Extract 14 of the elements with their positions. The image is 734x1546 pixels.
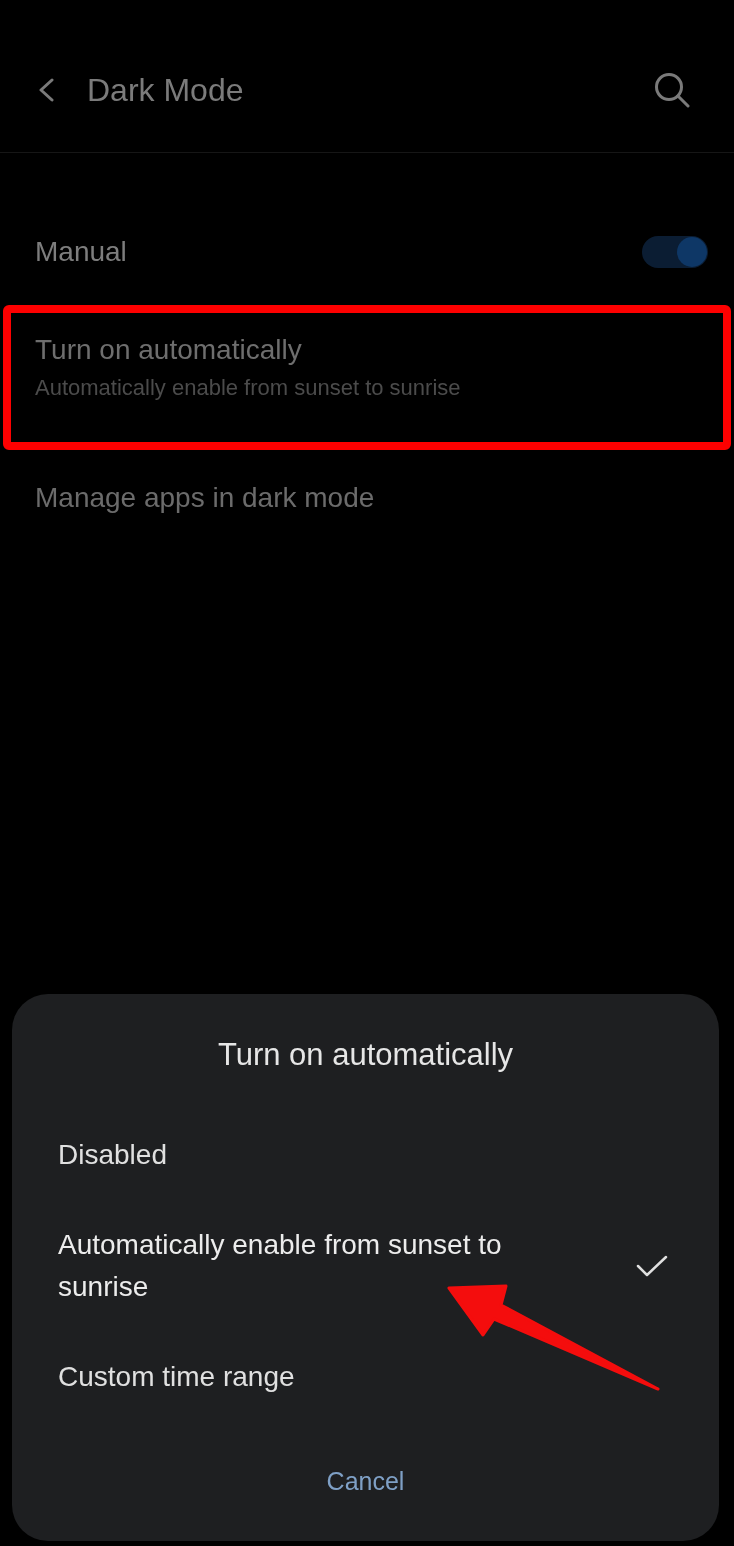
setting-label: Manual xyxy=(35,235,127,269)
setting-label[interactable]: Manage apps in dark mode xyxy=(35,482,375,513)
back-icon[interactable] xyxy=(38,78,55,102)
toggle-switch[interactable] xyxy=(642,236,708,268)
dialog-title: Turn on automatically xyxy=(216,1036,515,1074)
option-item[interactable]: Automatically enable from sunset to sunrise xyxy=(12,1200,719,1332)
setting-summary: Automatically enable from sunset to sunrise xyxy=(35,374,462,402)
check-icon xyxy=(636,1254,668,1278)
option-item[interactable]: Disabled xyxy=(12,1110,719,1200)
search-icon[interactable] xyxy=(654,72,690,108)
cancel-button[interactable]: Cancel xyxy=(316,1466,415,1496)
screen-title: Dark Mode xyxy=(87,71,244,110)
setting-label: Turn on automatically xyxy=(35,333,303,367)
option-item[interactable]: Custom time range xyxy=(12,1332,719,1422)
